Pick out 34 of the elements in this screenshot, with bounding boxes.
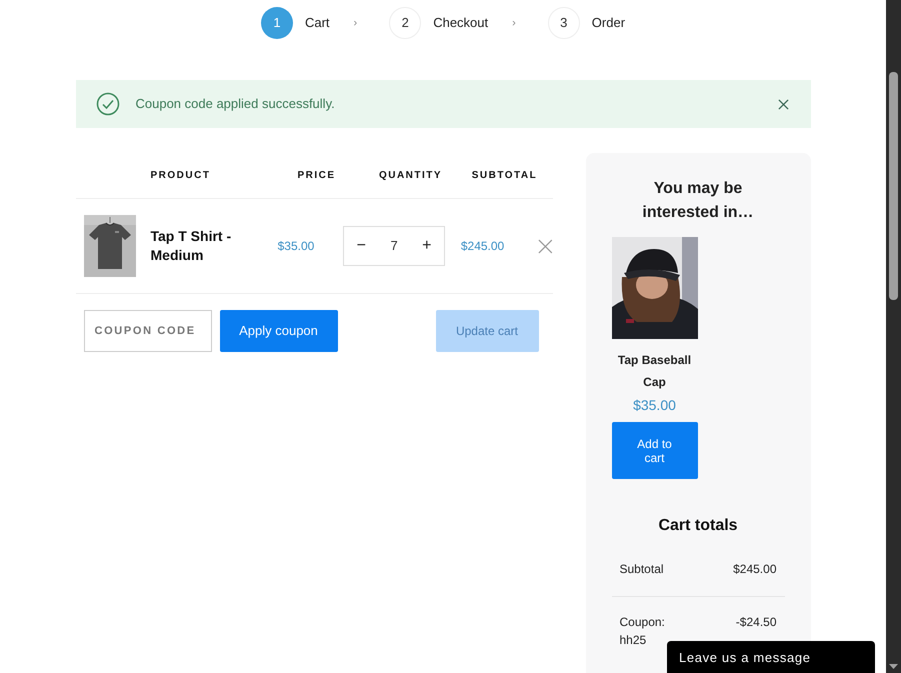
totals-value: -$24.50 <box>736 614 776 631</box>
product-name[interactable]: Tap Baseball Cap <box>612 349 698 393</box>
chevron-icon: › <box>354 14 358 32</box>
chevron-icon: › <box>512 14 516 32</box>
product-price: $35.00 <box>633 396 676 415</box>
product-name[interactable]: Tap T Shirt - Medium <box>150 227 259 265</box>
totals-value: $245.00 <box>733 561 776 578</box>
chat-button[interactable]: Leave us a message <box>667 641 875 673</box>
notice-message: Coupon code applied successfully. <box>136 95 336 114</box>
line-subtotal: $245.00 <box>460 238 506 255</box>
column-header: SUBTOTAL <box>470 169 538 183</box>
increase-button[interactable]: + <box>418 234 436 258</box>
sidebar-title: You may be interested in… <box>641 179 755 223</box>
apply-coupon-button[interactable]: Apply coupon <box>220 310 338 352</box>
step-label[interactable]: Cart <box>304 13 330 33</box>
column-header: QUANTITY <box>378 169 444 183</box>
step-number[interactable]: 2 <box>389 7 422 39</box>
add-to-cart-button[interactable]: Add to cart <box>612 422 698 479</box>
step-number[interactable]: 3 <box>548 7 580 39</box>
coupon-field[interactable]: COUPON CODE <box>84 310 212 352</box>
quantity-value[interactable]: 7 <box>390 236 398 256</box>
decrease-button[interactable]: − <box>352 234 370 258</box>
close-icon[interactable] <box>778 98 788 110</box>
step-label[interactable]: Checkout <box>433 13 488 33</box>
product-price: $35.00 <box>276 238 316 255</box>
totals-label: Subtotal <box>620 561 665 578</box>
column-header: PRODUCT <box>150 169 212 183</box>
totals-title: Cart totals <box>657 516 739 536</box>
check-circle-icon <box>96 92 120 116</box>
step-label[interactable]: Order <box>592 13 626 33</box>
totals-label: Coupon: hh25 <box>620 614 666 649</box>
remove-icon[interactable] <box>538 238 552 254</box>
scrollbar[interactable] <box>886 0 901 673</box>
column-header: PRICE <box>296 169 337 183</box>
